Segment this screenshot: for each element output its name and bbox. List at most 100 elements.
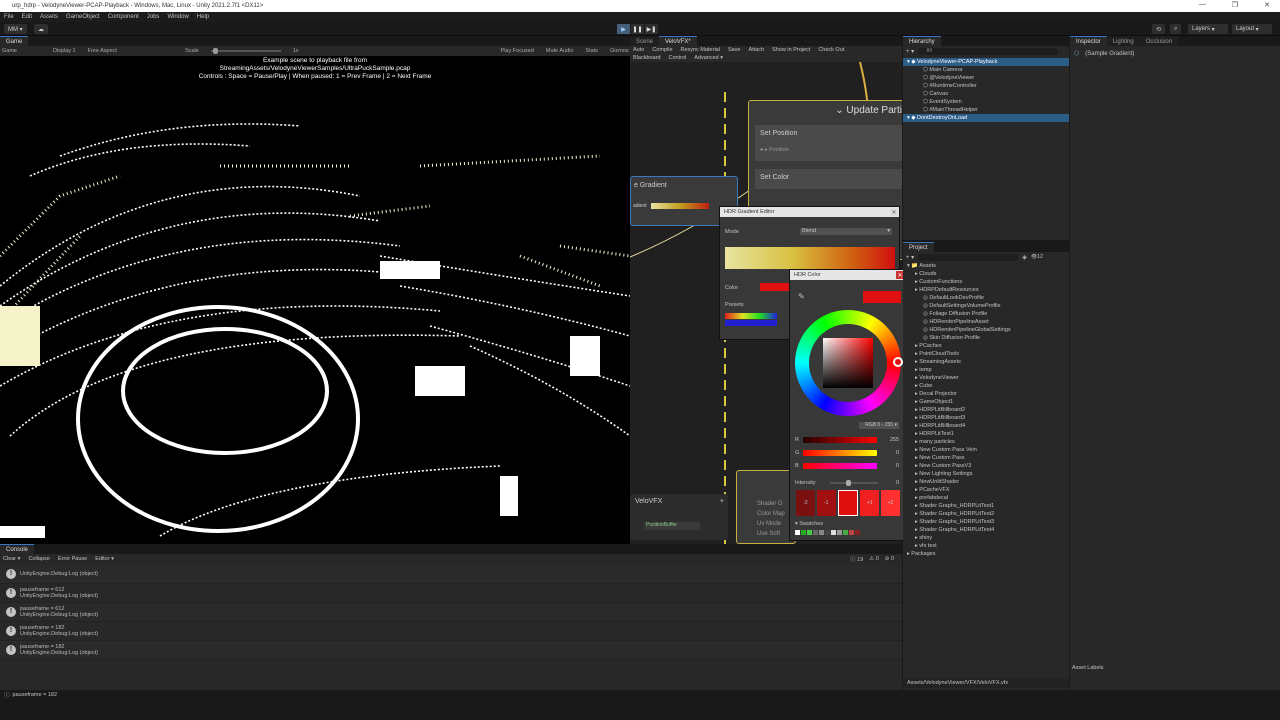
- project-item[interactable]: ◎ HDRenderPipelineGlobalSettings: [903, 326, 1069, 334]
- tab-occlusion[interactable]: Occlusion: [1139, 36, 1179, 46]
- log-entry[interactable]: ! pauseframe = 182 UnityEngine.Debug:Log (…: [0, 641, 902, 660]
- set-position-block[interactable]: Set Position ● ▸ Position: [755, 125, 902, 161]
- eyedropper-icon[interactable]: ✎: [798, 292, 805, 301]
- hierarchy-search-input[interactable]: All: [918, 47, 1059, 55]
- gizmos-dropdown[interactable]: Gizmos: [610, 48, 629, 54]
- project-item[interactable]: ▸ temp: [903, 366, 1069, 374]
- tab-scene[interactable]: Scene: [630, 36, 660, 46]
- project-item[interactable]: ▸ NewUnlitShader: [903, 478, 1069, 486]
- display-dropdown[interactable]: Display 1: [53, 48, 76, 54]
- project-item[interactable]: ▸ New Lighting Settings: [903, 470, 1069, 478]
- palette-swatch[interactable]: [825, 530, 830, 535]
- history-icon[interactable]: ⟲: [1152, 24, 1166, 34]
- search-icon[interactable]: ⌕: [1170, 24, 1182, 34]
- aspect-dropdown[interactable]: Free Aspect: [88, 48, 117, 54]
- vfx-button-show-in-project[interactable]: Show in Project: [772, 47, 810, 53]
- vfx-button-auto[interactable]: Auto: [633, 47, 644, 53]
- g-slider[interactable]: [803, 450, 877, 456]
- hdr-color-picker[interactable]: HDR Color ✕ ✎ RGB 0 - 255 ▾ R 255 G 0 B …: [789, 269, 906, 541]
- intensity-value[interactable]: 0: [896, 480, 899, 486]
- project-item[interactable]: ▸ PCacheVFX: [903, 486, 1069, 494]
- project-item[interactable]: ▸ Packages: [903, 550, 1069, 558]
- hierarchy-item[interactable]: ▾ ◆ DontDestroyOnLoad: [903, 114, 1069, 122]
- project-item[interactable]: ▸ Clouds: [903, 270, 1069, 278]
- menu-item-component[interactable]: Component: [108, 14, 139, 20]
- mute-audio-toggle[interactable]: Mute Audio: [546, 48, 574, 54]
- add-icon[interactable]: + ▾: [906, 254, 914, 261]
- project-item[interactable]: ▸ Cube: [903, 382, 1069, 390]
- lidar-point-cloud-view[interactable]: Example scene to playback file from Stre…: [0, 56, 630, 544]
- menu-item-jobs[interactable]: Jobs: [147, 14, 160, 20]
- account-dropdown[interactable]: MM ▾: [4, 24, 27, 34]
- project-item[interactable]: ▸ Decal Projector: [903, 390, 1069, 398]
- menu-item-file[interactable]: File: [4, 14, 14, 20]
- log-entry[interactable]: ! pauseframe = 182 UnityEngine.Debug:Log (…: [0, 622, 902, 641]
- scale-slider[interactable]: [210, 48, 281, 54]
- position-field[interactable]: ● ▸ Position: [760, 147, 900, 153]
- add-property-icon[interactable]: +: [720, 498, 724, 505]
- error-count[interactable]: ⊘ 0: [885, 556, 894, 562]
- hierarchy-item[interactable]: ⬡ EventSystem: [903, 98, 1069, 106]
- project-item[interactable]: ◎ Skin Diffusion Profile: [903, 334, 1069, 342]
- console-button[interactable]: Collapse: [28, 556, 49, 562]
- palette-swatch[interactable]: [819, 530, 824, 535]
- project-item[interactable]: ▸ HDRPDefaultResources: [903, 286, 1069, 294]
- menu-item-edit[interactable]: Edit: [22, 14, 32, 20]
- palette-swatch[interactable]: [807, 530, 812, 535]
- menu-item-assets[interactable]: Assets: [40, 14, 58, 20]
- project-item[interactable]: ▸ PointCloudTools: [903, 350, 1069, 358]
- stats-toggle[interactable]: Stats: [585, 48, 598, 54]
- project-item[interactable]: ◎ DefaultSettingsVolumeProfile: [903, 302, 1069, 310]
- project-item[interactable]: ▸ HDRPLitBillboard4: [903, 422, 1069, 430]
- project-item[interactable]: ▸ HDRPLitBillboard3: [903, 414, 1069, 422]
- project-item[interactable]: ▸ vfx test: [903, 542, 1069, 550]
- warning-count[interactable]: ⚠ 0: [869, 556, 879, 562]
- tab-inspector[interactable]: Inspector: [1070, 36, 1107, 46]
- hierarchy-item[interactable]: ⬡ Canvas: [903, 90, 1069, 98]
- palette-swatch[interactable]: [795, 530, 800, 535]
- project-item[interactable]: ▸ CustomFunctions: [903, 278, 1069, 286]
- color-mode-dropdown[interactable]: RGB 0 - 255 ▾: [859, 422, 899, 429]
- project-item[interactable]: ▸ VelodyneViewer: [903, 374, 1069, 382]
- console-button[interactable]: Error Pause: [58, 556, 87, 562]
- project-item[interactable]: ▸ New Custom PassV3: [903, 462, 1069, 470]
- log-count[interactable]: ⓘ 19: [850, 555, 863, 563]
- layers-dropdown[interactable]: Layers ▾: [1188, 24, 1228, 34]
- project-item[interactable]: ▸ HDRPLitBillboard2: [903, 406, 1069, 414]
- add-icon[interactable]: + ▾: [906, 48, 914, 55]
- output-context[interactable]: Shader G Color Map Uv Mode Use Soft: [736, 470, 796, 544]
- project-item[interactable]: ▸ many particles: [903, 438, 1069, 446]
- vfx-button-advanced[interactable]: Advanced ▾: [694, 55, 723, 61]
- project-item[interactable]: ▸ HDRPLitTest1: [903, 430, 1069, 438]
- play-icon[interactable]: ▶: [617, 24, 630, 34]
- tab-velovfx[interactable]: VeloVFX*: [659, 36, 697, 46]
- close-button[interactable]: ✕: [1264, 1, 1270, 9]
- hierarchy-item[interactable]: ⬡ @VelodyneViewer: [903, 74, 1069, 82]
- hierarchy-item[interactable]: ⬡ #MainThreadHelper: [903, 106, 1069, 114]
- palette-swatch[interactable]: [801, 530, 806, 535]
- hue-handle[interactable]: [893, 357, 903, 367]
- vfx-button-blackboard[interactable]: Blackboard: [633, 55, 661, 61]
- filter-icon[interactable]: ◈: [1022, 254, 1027, 261]
- gradient-preview[interactable]: [725, 247, 895, 269]
- b-slider[interactable]: [803, 463, 877, 469]
- minimize-button[interactable]: —: [1199, 1, 1206, 9]
- tab-console[interactable]: Console: [0, 544, 35, 554]
- console-button[interactable]: Editor ▾: [95, 556, 114, 562]
- blackboard-property[interactable]: PositionBuffer: [644, 522, 700, 530]
- tab-lighting[interactable]: Lighting: [1106, 36, 1140, 46]
- preset-rainbow[interactable]: [725, 313, 777, 319]
- menu-item-window[interactable]: Window: [167, 14, 188, 20]
- log-entry[interactable]: ! pauseframe = 612 UnityEngine.Debug:Log (…: [0, 584, 902, 603]
- g-value[interactable]: 0: [896, 450, 899, 456]
- step-icon[interactable]: ▶❚: [645, 24, 658, 34]
- palette-swatch[interactable]: [837, 530, 842, 535]
- swatches-label[interactable]: ▾ Swatches: [795, 521, 823, 527]
- project-item[interactable]: ◎ DefaultLookDevProfile: [903, 294, 1069, 302]
- tab-hierarchy[interactable]: Hierarchy: [903, 36, 941, 46]
- palette-swatch[interactable]: [831, 530, 836, 535]
- assets-folder[interactable]: ▾ 📁 Assets: [907, 262, 1069, 270]
- project-item[interactable]: ▸ GameObject1: [903, 398, 1069, 406]
- preset-blue[interactable]: [725, 320, 777, 326]
- status-message[interactable]: pauseframe = 182: [13, 692, 58, 698]
